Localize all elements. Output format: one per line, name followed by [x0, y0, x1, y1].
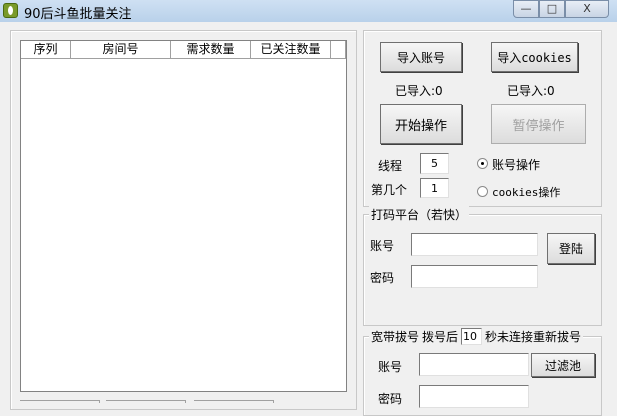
dialup-suffix: 秒未连接重新拔号 — [485, 330, 582, 344]
captcha-password-label: 密码 — [370, 271, 395, 285]
threads-label: 线程 — [378, 159, 403, 173]
captcha-group-title: 打码平台（若快） — [369, 206, 470, 223]
maximize-button[interactable]: □ — [539, 0, 565, 18]
login-button[interactable]: 登陆 — [547, 233, 595, 264]
room-table[interactable]: 序列 房间号 需求数量 已关注数量 — [20, 40, 347, 392]
column-header-required[interactable]: 需求数量 — [171, 41, 251, 59]
captcha-password-input[interactable] — [411, 265, 538, 288]
column-header-filler — [331, 41, 346, 59]
import-accounts-button[interactable]: 导入账号 — [380, 42, 462, 72]
dialup-password-label: 密码 — [378, 392, 403, 406]
redial-seconds-input[interactable]: 10 — [461, 328, 483, 345]
cookies-mode-radio[interactable] — [477, 186, 488, 197]
minimize-button[interactable]: — — [513, 0, 539, 18]
close-button[interactable]: X — [565, 0, 609, 18]
app-icon — [3, 3, 18, 18]
dialup-title: 宽带拔号 — [371, 330, 420, 344]
pause-button[interactable]: 暂停操作 — [491, 104, 586, 144]
index-label: 第几个 — [371, 183, 408, 197]
import-cookies-button[interactable]: 导入cookies — [491, 42, 578, 72]
accounts-count: 已导入:0 — [395, 84, 443, 98]
dialup-header: 宽带拔号 拨号后 10 秒未连接重新拔号 — [369, 328, 584, 345]
captcha-account-input[interactable] — [411, 233, 538, 256]
column-header-index[interactable]: 序列 — [21, 41, 71, 59]
captcha-account-label: 账号 — [370, 239, 395, 253]
filter-pool-button[interactable]: 过滤池 — [531, 353, 595, 377]
start-button[interactable]: 开始操作 — [380, 104, 462, 144]
cookies-count: 已导入:0 — [507, 84, 555, 98]
dialup-account-input[interactable] — [419, 353, 529, 376]
cookies-mode-label[interactable]: cookies操作 — [492, 184, 560, 200]
account-mode-label[interactable]: 账号操作 — [492, 156, 540, 173]
dialup-account-label: 账号 — [378, 360, 403, 374]
column-header-room[interactable]: 房间号 — [71, 41, 171, 59]
index-input[interactable]: 1 — [420, 178, 449, 198]
threads-input[interactable]: 5 — [420, 153, 449, 174]
window-title: 90后斗鱼批量关注 — [24, 7, 132, 22]
dialup-password-input[interactable] — [419, 385, 529, 408]
column-header-followed[interactable]: 已关注数量 — [251, 41, 331, 59]
dialup-prefix: 拨号后 — [422, 330, 459, 344]
account-mode-radio[interactable] — [477, 158, 488, 169]
